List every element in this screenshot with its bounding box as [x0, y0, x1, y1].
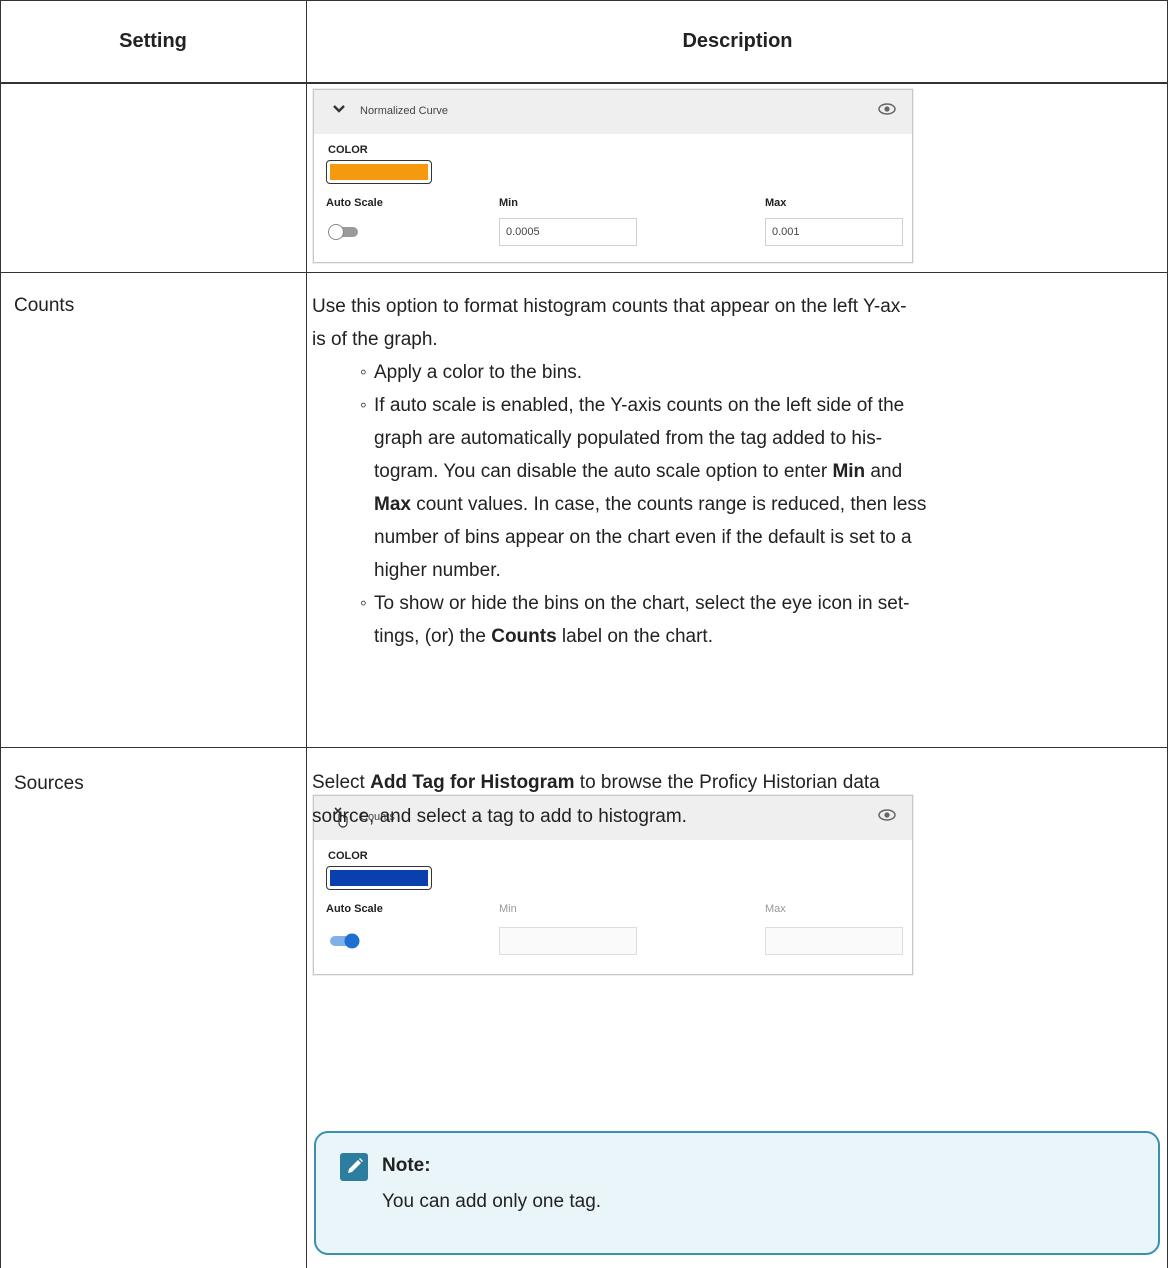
setting-sources: Sources: [14, 773, 84, 794]
min-input[interactable]: 0.0005: [499, 218, 637, 246]
note-body: You can add only one tag.: [382, 1191, 602, 1212]
auto-scale-label: Auto Scale: [326, 903, 383, 915]
max-input[interactable]: 0.001: [765, 218, 903, 246]
min-input: [499, 927, 637, 955]
panel-header[interactable]: Normalized Curve: [314, 90, 912, 134]
auto-scale-toggle[interactable]: [326, 932, 362, 950]
header-setting: Setting: [119, 29, 187, 52]
auto-scale-toggle[interactable]: [326, 223, 362, 241]
header-description: Description: [682, 29, 793, 52]
panel-title: Normalized Curve: [360, 105, 449, 117]
color-label: COLOR: [328, 144, 368, 156]
settings-table: Setting Description Normalized Curve COL…: [0, 0, 1168, 1268]
list-item: If auto scale is enabled, the Y-axis cou…: [360, 389, 1162, 587]
table-border-left: [0, 0, 1, 1268]
chevron-down-icon[interactable]: [332, 102, 346, 119]
pencil-note-icon: [340, 1153, 368, 1181]
auto-scale-label: Auto Scale: [326, 197, 383, 209]
min-label: Min: [499, 903, 517, 915]
max-label: Max: [765, 197, 787, 209]
setting-counts: Counts: [14, 295, 75, 316]
row-divider-1: [0, 272, 1168, 273]
list-item: Apply a color to the bins.: [360, 356, 1162, 389]
counts-bullets: Apply a color to the bins. If auto scale…: [312, 356, 1162, 653]
counts-description: Use this option to format histogram coun…: [312, 290, 1162, 653]
table-column-divider: [306, 0, 307, 1268]
normalized-curve-panel: Normalized Curve COLOR Auto Scale Min Ma…: [313, 89, 913, 263]
max-label: Max: [765, 903, 786, 915]
sources-description: Select Add Tag for Histogram to browse t…: [312, 772, 880, 827]
min-label: Min: [499, 197, 518, 209]
header-divider: [0, 82, 1168, 84]
note-box: Note: You can add only one tag.: [314, 1131, 1160, 1255]
eye-icon[interactable]: [878, 100, 896, 118]
add-tag-label: Add Tag for Histogram: [370, 772, 575, 793]
row-divider-2: [0, 747, 1168, 748]
color-swatch[interactable]: [326, 160, 432, 184]
counts-intro: Use this option to format histogram coun…: [312, 296, 907, 350]
list-item: To show or hide the bins on the chart, s…: [360, 587, 1162, 653]
note-title: Note:: [382, 1155, 431, 1176]
color-label: COLOR: [328, 850, 368, 862]
color-swatch[interactable]: [326, 866, 432, 890]
max-input: [765, 927, 903, 955]
